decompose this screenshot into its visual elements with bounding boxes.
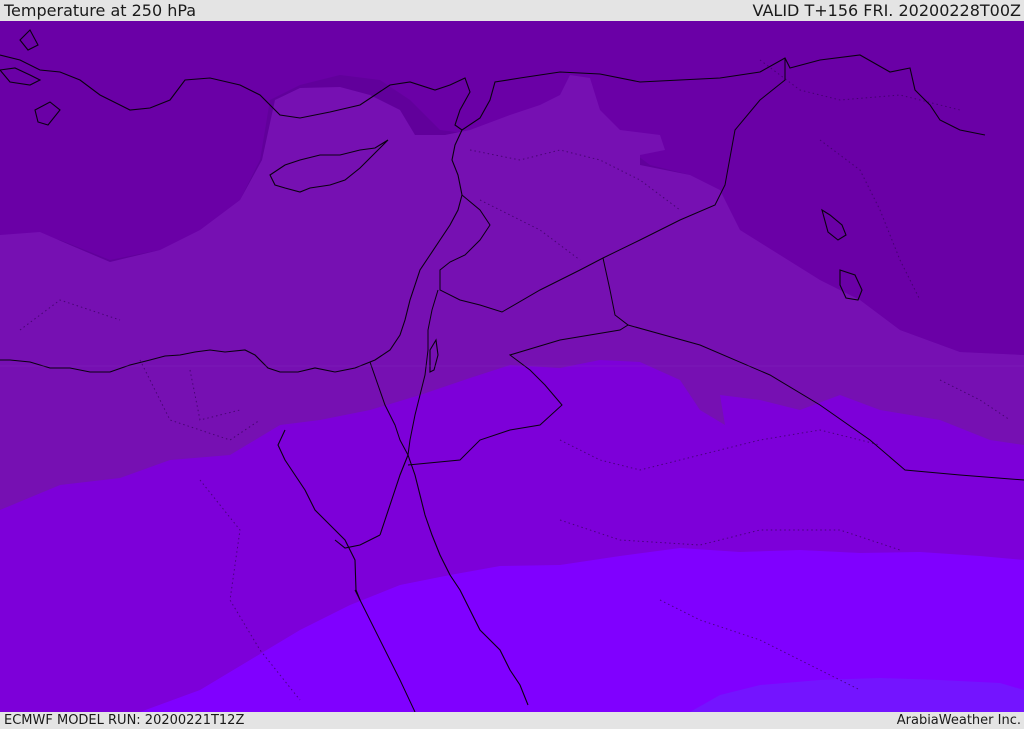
map-viewer: Temperature at 250 hPa VALID T+156 FRI. … [0, 0, 1024, 729]
map-header: Temperature at 250 hPa VALID T+156 FRI. … [0, 0, 1024, 21]
map-title: Temperature at 250 hPa [4, 1, 197, 20]
map-canvas [0, 21, 1024, 712]
temperature-bands [0, 21, 1024, 712]
map-footer: ECMWF MODEL RUN: 20200221T12Z ArabiaWeat… [0, 712, 1024, 729]
weather-map[interactable] [0, 21, 1024, 712]
valid-time: VALID T+156 FRI. 20200228T00Z [752, 1, 1021, 20]
model-run: ECMWF MODEL RUN: 20200221T12Z [4, 713, 245, 728]
credit-label: ArabiaWeather Inc. [896, 713, 1021, 728]
